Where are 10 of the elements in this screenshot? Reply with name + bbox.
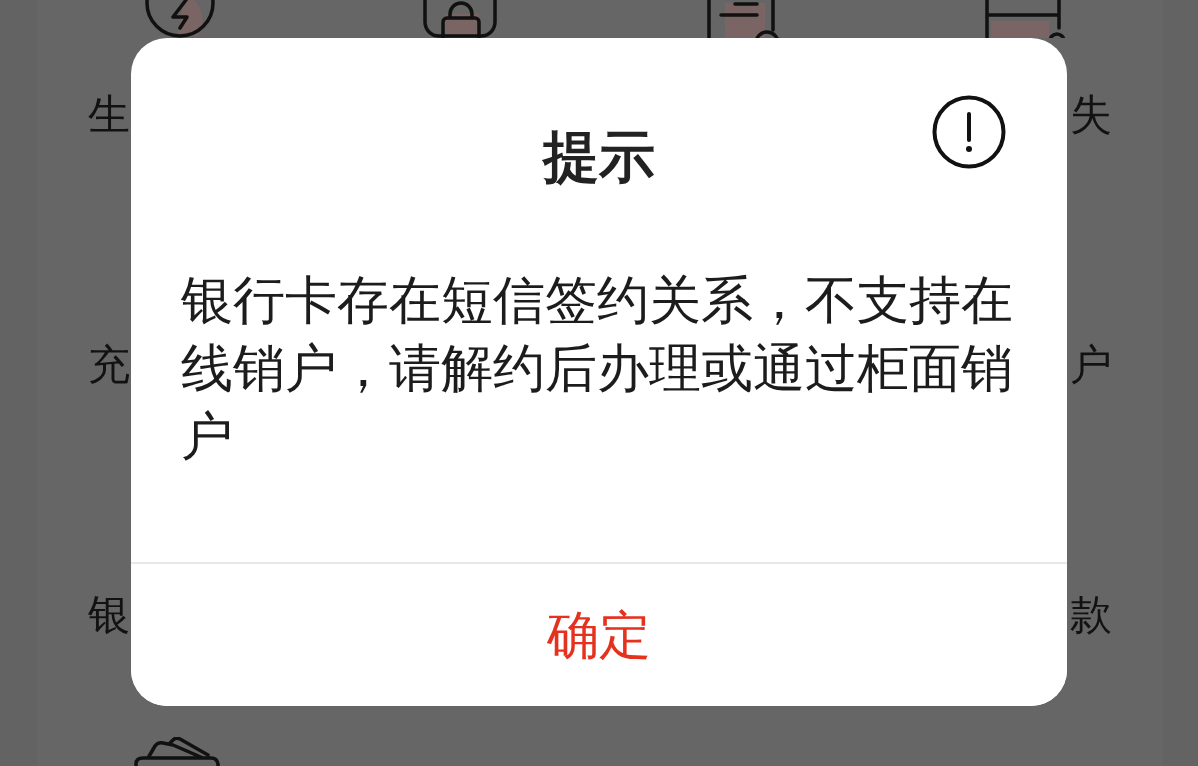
service-label: 失 xyxy=(1070,94,1112,136)
service-label: 银 xyxy=(88,594,130,636)
service-label: 生 xyxy=(88,94,130,136)
wallet-icon xyxy=(132,737,223,766)
service-label: 户 xyxy=(1070,344,1112,386)
dialog-message: 银行卡存在短信签约关系，不支持在线销户，请解约后办理或通过柜面销户 xyxy=(181,270,1014,467)
exclamation-icon xyxy=(932,95,1006,169)
service-label: 充 xyxy=(88,344,130,386)
service-label: 款 xyxy=(1070,594,1112,636)
dialog-title: 提示 xyxy=(543,124,655,190)
